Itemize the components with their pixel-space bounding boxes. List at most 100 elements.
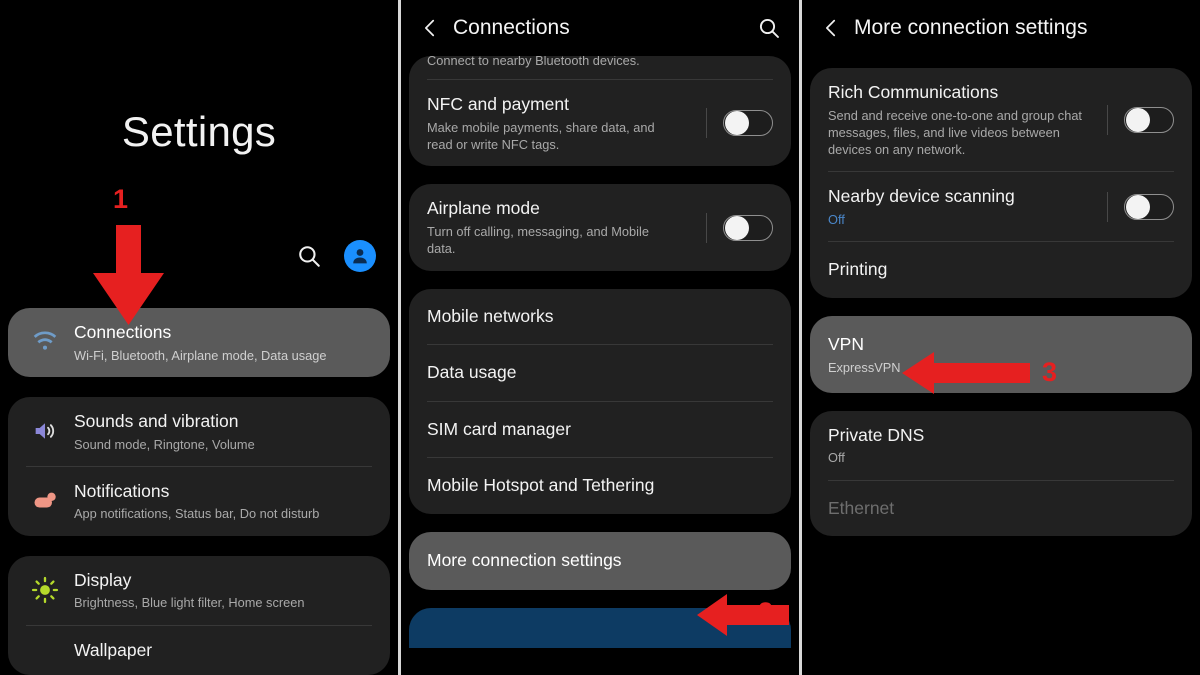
list-item-text: Mobile networks bbox=[427, 305, 773, 329]
list-item-ethernet: Ethernet bbox=[810, 481, 1192, 537]
step-2-number: 2 bbox=[758, 597, 774, 627]
settings-home-panel: Settings Connections Wi-Fi, Bluetooth, A… bbox=[0, 0, 398, 675]
settings-group-connections: Connections Wi-Fi, Bluetooth, Airplane m… bbox=[8, 308, 390, 377]
toggle-knob bbox=[725, 111, 749, 136]
toggle-separator bbox=[1107, 104, 1108, 135]
list-item-airplane-mode[interactable]: Airplane mode Turn off calling, messagin… bbox=[409, 184, 791, 270]
list-item-nearby-device-scanning[interactable]: Nearby device scanning Off bbox=[810, 172, 1192, 241]
sidebar-item-text: Notifications App notifications, Status … bbox=[74, 480, 372, 523]
notification-icon bbox=[26, 487, 64, 515]
wifi-icon bbox=[26, 328, 64, 356]
list-item-sublabel: Off bbox=[828, 212, 845, 228]
list-item-label: Printing bbox=[828, 259, 888, 280]
nfc-toggle[interactable] bbox=[723, 110, 773, 137]
list-item-sublabel: ExpressVPN bbox=[828, 359, 901, 375]
list-item-text: Data usage bbox=[427, 361, 773, 385]
connections-panel: Connections Connect to nearby Bluetooth … bbox=[401, 0, 799, 675]
connections-list: Connect to nearby Bluetooth devices. NFC… bbox=[401, 56, 799, 648]
nearby-scanning-toggle-wrap bbox=[1093, 191, 1174, 222]
search-icon[interactable] bbox=[757, 16, 781, 40]
nearby-device-scanning-toggle[interactable] bbox=[1124, 193, 1174, 220]
airplane-mode-card: Airplane mode Turn off calling, messagin… bbox=[409, 184, 791, 271]
toggle-knob bbox=[725, 215, 749, 240]
list-item-text: Mobile Hotspot and Tethering bbox=[427, 474, 773, 498]
settings-list: Connections Wi-Fi, Bluetooth, Airplane m… bbox=[0, 308, 398, 675]
list-item-label: Mobile Hotspot and Tethering bbox=[427, 475, 655, 496]
sidebar-item-sublabel: Brightness, Blue light filter, Home scre… bbox=[74, 595, 305, 611]
toggle-knob bbox=[1126, 194, 1150, 219]
dns-ethernet-card: Private DNS Off Ethernet bbox=[810, 410, 1192, 537]
list-item-nfc-and-payment[interactable]: NFC and payment Make mobile payments, sh… bbox=[409, 80, 791, 166]
list-item-sublabel: Make mobile payments, share data, and re… bbox=[427, 119, 655, 153]
back-arrow-icon[interactable] bbox=[820, 17, 850, 39]
toggle-separator bbox=[1107, 191, 1108, 222]
list-item-more-connection-settings[interactable]: More connection settings bbox=[409, 532, 791, 590]
three-panel-tutorial-screenshot: Settings Connections Wi-Fi, Bluetooth, A… bbox=[0, 0, 1200, 675]
brightness-icon bbox=[26, 576, 64, 604]
list-item-private-dns[interactable]: Private DNS Off bbox=[810, 411, 1192, 480]
sidebar-item-display[interactable]: Display Brightness, Blue light filter, H… bbox=[8, 556, 390, 625]
sidebar-item-notifications[interactable]: Notifications App notifications, Status … bbox=[8, 467, 390, 536]
connections-header: Connections bbox=[401, 0, 799, 56]
sidebar-item-sounds-and-vibration[interactable]: Sounds and vibration Sound mode, Rington… bbox=[8, 397, 390, 466]
rich-communications-toggle[interactable] bbox=[1124, 106, 1174, 133]
list-item-text: Private DNS Off bbox=[828, 424, 1174, 467]
more-connection-settings-card: More connection settings bbox=[409, 532, 791, 590]
topbar-actions bbox=[296, 240, 376, 272]
list-item-text: More connection settings bbox=[427, 549, 773, 573]
list-item-mobile-hotspot-and-tethering[interactable]: Mobile Hotspot and Tethering bbox=[409, 458, 791, 514]
list-item-label: Data usage bbox=[427, 362, 517, 383]
header-title: Connections bbox=[453, 16, 570, 39]
networks-card: Mobile networks Data usage SIM card mana… bbox=[409, 288, 791, 515]
more-connection-settings-panel: More connection settings Rich Communicat… bbox=[802, 0, 1200, 675]
list-item-label: NFC and payment bbox=[427, 94, 570, 115]
sidebar-item-text: Wallpaper bbox=[74, 639, 372, 663]
list-item-sublabel: Off bbox=[828, 450, 845, 466]
account-avatar[interactable] bbox=[344, 240, 376, 272]
sidebar-item-sublabel: App notifications, Status bar, Do not di… bbox=[74, 506, 320, 522]
sidebar-item-text: Display Brightness, Blue light filter, H… bbox=[74, 569, 372, 612]
list-item-text: Airplane mode Turn off calling, messagin… bbox=[427, 197, 686, 257]
rich-communications-card: Rich Communications Send and receive one… bbox=[810, 68, 1192, 298]
sidebar-item-sublabel: Wi-Fi, Bluetooth, Airplane mode, Data us… bbox=[74, 347, 327, 363]
toggle-knob bbox=[1126, 107, 1150, 132]
sidebar-item-label: Notifications bbox=[74, 480, 170, 501]
list-item-printing[interactable]: Printing bbox=[810, 242, 1192, 298]
list-item-rich-communications[interactable]: Rich Communications Send and receive one… bbox=[810, 68, 1192, 171]
settings-group-sounds-notifications: Sounds and vibration Sound mode, Rington… bbox=[8, 396, 390, 536]
list-item-label: VPN bbox=[828, 333, 864, 354]
bluetooth-card-partial: Connect to nearby Bluetooth devices. NFC… bbox=[409, 56, 791, 167]
list-item-data-usage[interactable]: Data usage bbox=[409, 345, 791, 401]
blue-card-partial[interactable] bbox=[409, 607, 791, 648]
more-connection-settings-list: Rich Communications Send and receive one… bbox=[802, 68, 1200, 546]
sidebar-item-label: Sounds and vibration bbox=[74, 410, 239, 431]
airplane-mode-toggle[interactable] bbox=[723, 214, 773, 241]
list-item-sublabel: Send and receive one-to-one and group ch… bbox=[828, 107, 1082, 158]
list-item-sim-card-manager[interactable]: SIM card manager bbox=[409, 402, 791, 458]
list-item-label: Nearby device scanning bbox=[828, 186, 1015, 207]
more-connection-settings-header: More connection settings bbox=[802, 0, 1200, 56]
search-icon[interactable] bbox=[296, 243, 322, 269]
list-item-text: VPN ExpressVPN bbox=[828, 333, 1174, 376]
nfc-toggle-wrap bbox=[692, 108, 773, 139]
step-1-number: 1 bbox=[113, 184, 129, 214]
sidebar-item-wallpaper[interactable]: Wallpaper bbox=[8, 626, 390, 675]
list-item-mobile-networks[interactable]: Mobile networks bbox=[409, 289, 791, 345]
sidebar-item-text: Connections Wi-Fi, Bluetooth, Airplane m… bbox=[74, 321, 372, 364]
airplane-toggle-wrap bbox=[692, 212, 773, 243]
list-item-text: Ethernet bbox=[828, 497, 1174, 521]
list-item-vpn[interactable]: VPN ExpressVPN bbox=[810, 316, 1192, 393]
sidebar-item-label: Wallpaper bbox=[74, 639, 153, 660]
back-arrow-icon[interactable] bbox=[419, 17, 449, 39]
list-item-sublabel: Turn off calling, messaging, and Mobile … bbox=[427, 224, 649, 257]
sidebar-item-text: Sounds and vibration Sound mode, Rington… bbox=[74, 410, 372, 453]
sidebar-item-sublabel: Sound mode, Ringtone, Volume bbox=[74, 436, 255, 452]
list-item-label: Mobile networks bbox=[427, 305, 554, 326]
rich-communications-toggle-wrap bbox=[1093, 104, 1174, 135]
list-item-text: NFC and payment Make mobile payments, sh… bbox=[427, 93, 686, 153]
bluetooth-sublabel-partial: Connect to nearby Bluetooth devices. bbox=[427, 56, 640, 68]
sidebar-item-connections[interactable]: Connections Wi-Fi, Bluetooth, Airplane m… bbox=[8, 308, 390, 377]
list-item-label: Private DNS bbox=[828, 424, 925, 445]
sidebar-item-label: Display bbox=[74, 569, 132, 590]
list-item-label: Ethernet bbox=[828, 497, 895, 518]
